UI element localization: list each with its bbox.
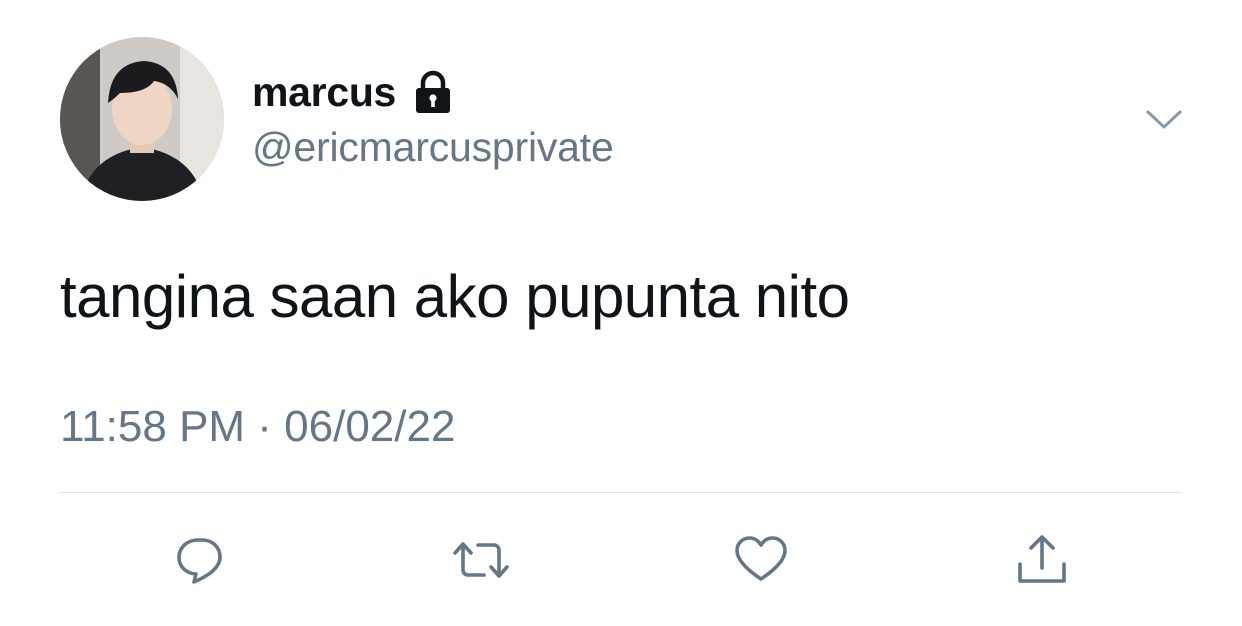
share-upload-icon	[1018, 535, 1066, 583]
display-name-row: marcus	[252, 66, 456, 118]
avatar[interactable]	[60, 37, 224, 201]
retweet-arrows-icon	[453, 542, 509, 578]
lock-icon	[410, 69, 456, 115]
tweet-text: tangina saan ako pupunta nito	[60, 263, 850, 330]
display-name[interactable]: marcus	[252, 69, 396, 116]
like-button[interactable]	[731, 530, 791, 590]
avatar-photo	[60, 37, 224, 201]
retweet-button[interactable]	[451, 530, 511, 590]
heart-icon	[735, 536, 787, 581]
share-button[interactable]	[1012, 530, 1072, 590]
chevron-down-icon[interactable]	[1142, 104, 1186, 134]
divider	[60, 492, 1182, 493]
username-handle[interactable]: @ericmarcusprivate	[252, 124, 614, 171]
tweet-timestamp[interactable]: 11:58 PM · 06/02/22	[60, 402, 455, 452]
reply-button[interactable]	[170, 530, 230, 590]
speech-bubble-icon	[177, 538, 222, 584]
